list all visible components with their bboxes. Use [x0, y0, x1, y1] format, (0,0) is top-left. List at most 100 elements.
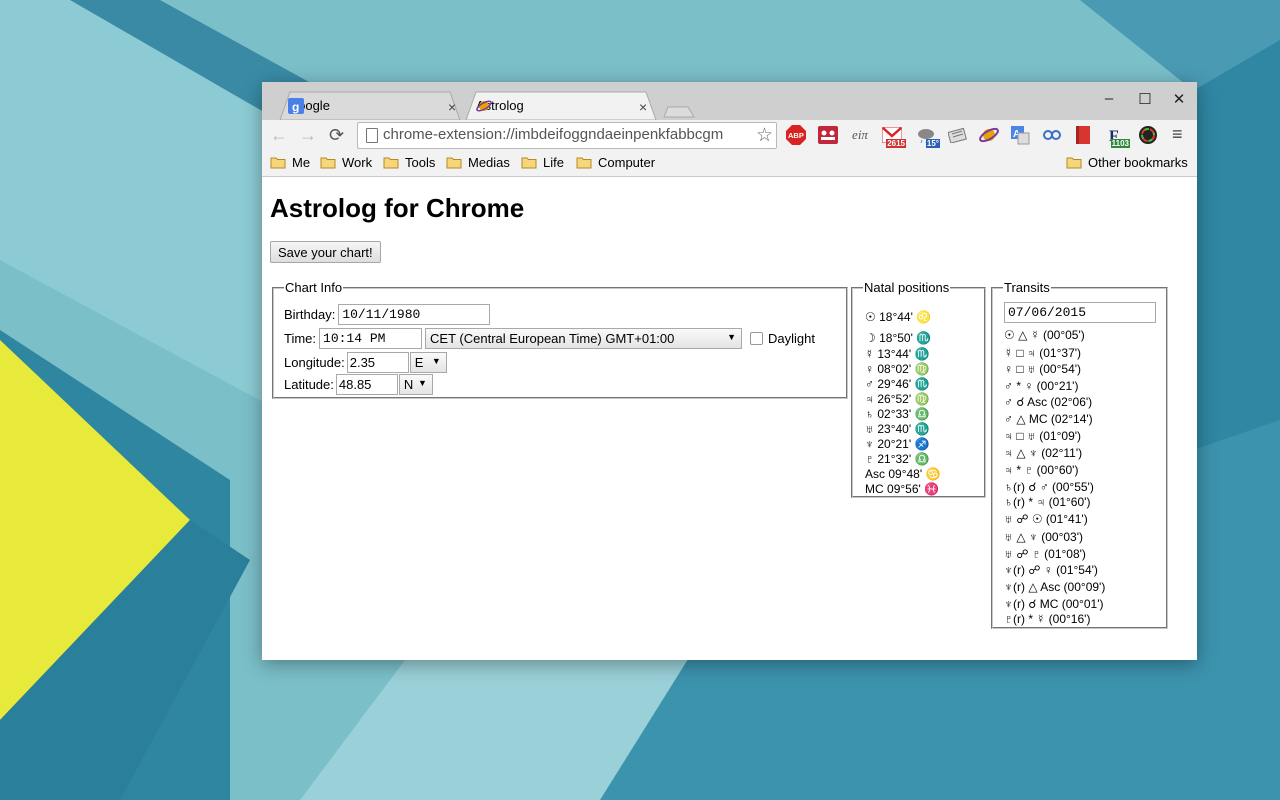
daylight-checkbox[interactable]: [750, 332, 764, 345]
natal-position-row: ♆ 20°21' ♐: [865, 437, 929, 451]
saturn-ext-icon[interactable]: [978, 124, 1000, 146]
planet-symbol: ♃: [865, 392, 874, 406]
degree-value: 21°32': [877, 452, 912, 466]
planet-symbol: ☽: [865, 331, 876, 345]
bookmark-red-icon[interactable]: [1072, 124, 1094, 146]
math-icon[interactable]: eiπ: [849, 124, 871, 146]
transit-date-input[interactable]: 07/06/2015: [1004, 302, 1156, 323]
new-tab-button[interactable]: [660, 91, 700, 120]
degree-value: 23°40': [877, 422, 912, 436]
degree-value: 26°52': [877, 392, 912, 406]
folder-icon: [446, 157, 462, 169]
latitude-row: Latitude: 48.85 N ▼: [284, 374, 433, 395]
zodiac-sign-icon: ♎: [914, 452, 930, 466]
feedly-icon[interactable]: F 1103: [1105, 124, 1130, 148]
natal-positions-legend: Natal positions: [864, 280, 950, 295]
time-input[interactable]: 10:14 PM: [319, 328, 423, 349]
transit-row: ♀ □ ♅ (00°54'): [1004, 362, 1082, 376]
svg-text:ABP: ABP: [788, 131, 804, 140]
link-icon[interactable]: [1041, 124, 1063, 146]
transit-row: ♆(r) ☍ ♀ (01°54'): [1004, 563, 1098, 577]
bookmark-life[interactable]: Life: [521, 155, 564, 170]
transit-row: ♅ ☍ ♇ (01°08'): [1004, 547, 1086, 561]
degree-value: 02°33': [877, 407, 912, 421]
natal-position-row: ☉ 18°44' ♌: [865, 310, 931, 324]
transit-row: ☿ □ ♃ (01°37'): [1004, 346, 1082, 360]
bookmark-work[interactable]: Work: [320, 155, 372, 170]
news-icon[interactable]: [947, 124, 969, 146]
zodiac-sign-icon: ♓: [924, 482, 940, 496]
browser-window: g Google × Astrolog × – ☐ ✕ ← → ⟳ chrome…: [262, 82, 1197, 660]
latitude-input[interactable]: 48.85: [335, 374, 398, 395]
latitude-dir-select[interactable]: N ▼: [398, 374, 433, 395]
chart-info-legend: Chart Info: [285, 280, 343, 295]
back-icon[interactable]: ←: [270, 126, 288, 144]
menu-icon[interactable]: ≡: [1172, 125, 1183, 143]
tab-astrolog[interactable]: Astrolog ×: [460, 91, 660, 120]
toolbar: ← → ⟳ chrome-extension://imbdeifoggndaei…: [262, 120, 1197, 150]
natal-position-row: ☽ 18°50' ♏: [865, 331, 931, 345]
degree-value: 13°44': [877, 347, 912, 361]
zodiac-sign-icon: ♍: [914, 362, 930, 376]
close-window-icon[interactable]: ✕: [1165, 90, 1193, 108]
bookmark-computer[interactable]: Computer: [576, 155, 655, 170]
maximize-icon[interactable]: ☐: [1131, 90, 1159, 108]
bookmark-medias[interactable]: Medias: [446, 155, 510, 170]
close-tab-icon[interactable]: ×: [639, 99, 647, 115]
planet-symbol: ♇: [865, 452, 874, 466]
longitude-dir-select[interactable]: E ▼: [409, 352, 447, 373]
latitude-label: Latitude:: [284, 377, 334, 392]
translate-icon[interactable]: A: [1009, 124, 1031, 146]
forward-icon[interactable]: →: [299, 126, 317, 144]
save-chart-button[interactable]: Save your chart!: [270, 241, 381, 263]
folder-icon: [320, 157, 336, 169]
degree-value: 08°02': [877, 362, 912, 376]
bookmarks-bar: Me Work Tools Medias Life Computer Other…: [262, 150, 1197, 177]
tab-google[interactable]: g Google ×: [272, 91, 467, 120]
natal-position-row: ♄ 02°33' ♎: [865, 407, 929, 421]
zodiac-sign-icon: ♏: [914, 422, 930, 436]
dropdown-arrow-icon: ▼: [727, 332, 737, 342]
natal-position-row: ♂ 29°46' ♏: [865, 377, 929, 391]
degree-value: 18°50': [879, 331, 913, 345]
natal-position-row: Asc 09°48' ♋: [865, 467, 940, 481]
bookmark-me[interactable]: Me: [270, 155, 310, 170]
natal-position-row: MC 09°56' ♓: [865, 482, 939, 496]
bookmark-tools[interactable]: Tools: [383, 155, 435, 170]
star-icon[interactable]: ☆: [756, 124, 773, 147]
degree-value: 29°46': [877, 377, 912, 391]
address-bar[interactable]: chrome-extension://imbdeifoggndaeinpenkf…: [357, 122, 777, 149]
adblock-plus-icon[interactable]: ABP: [785, 124, 807, 146]
zodiac-sign-icon: ♌: [916, 310, 932, 324]
weather-icon[interactable]: 15°: [915, 124, 940, 148]
zodiac-sign-icon: ♎: [914, 407, 930, 421]
close-tab-icon[interactable]: ×: [448, 99, 456, 115]
page-content: Astrolog for Chrome Save your chart! Cha…: [262, 177, 1197, 660]
other-bookmarks[interactable]: Other bookmarks: [1066, 155, 1188, 170]
minimize-icon[interactable]: –: [1095, 90, 1123, 107]
timezone-select[interactable]: CET (Central European Time) GMT+01:00 ▼: [425, 328, 743, 349]
page-title: Astrolog for Chrome: [270, 193, 525, 223]
natal-position-row: ♇ 21°32' ♎: [865, 452, 929, 466]
dropdown-arrow-icon: ▼: [431, 356, 441, 366]
gmail-icon[interactable]: 2615: [881, 124, 906, 148]
birthday-input[interactable]: 10/11/1980: [338, 304, 491, 325]
transit-row: ♂ * ♀ (00°21'): [1004, 379, 1079, 393]
transits-legend: Transits: [1004, 280, 1050, 295]
dropdown-arrow-icon: ▼: [417, 378, 427, 388]
transits-fieldset: Transits 07/06/2015 ☉ △ ☿ (00°05') ☿ □ ♃ …: [991, 280, 1168, 629]
transit-row: ♂ △ MC (02°14'): [1004, 412, 1093, 426]
planet-symbol: ♅: [865, 422, 874, 436]
natal-position-row: ☿ 13°44' ♏: [865, 347, 929, 361]
zodiac-sign-icon: ♐: [914, 437, 930, 451]
daylight-label: Daylight: [768, 331, 815, 346]
title-bar: g Google × Astrolog × – ☐ ✕: [262, 82, 1197, 120]
page-icon: [366, 128, 378, 143]
folder-icon: [521, 157, 537, 169]
saturn-icon: [476, 100, 492, 112]
color-wheel-icon[interactable]: [1137, 124, 1159, 146]
reload-icon[interactable]: ⟳: [329, 126, 344, 144]
time-label: Time:: [284, 331, 317, 346]
meetup-icon[interactable]: [817, 124, 839, 146]
longitude-input[interactable]: 2.35: [346, 352, 409, 373]
